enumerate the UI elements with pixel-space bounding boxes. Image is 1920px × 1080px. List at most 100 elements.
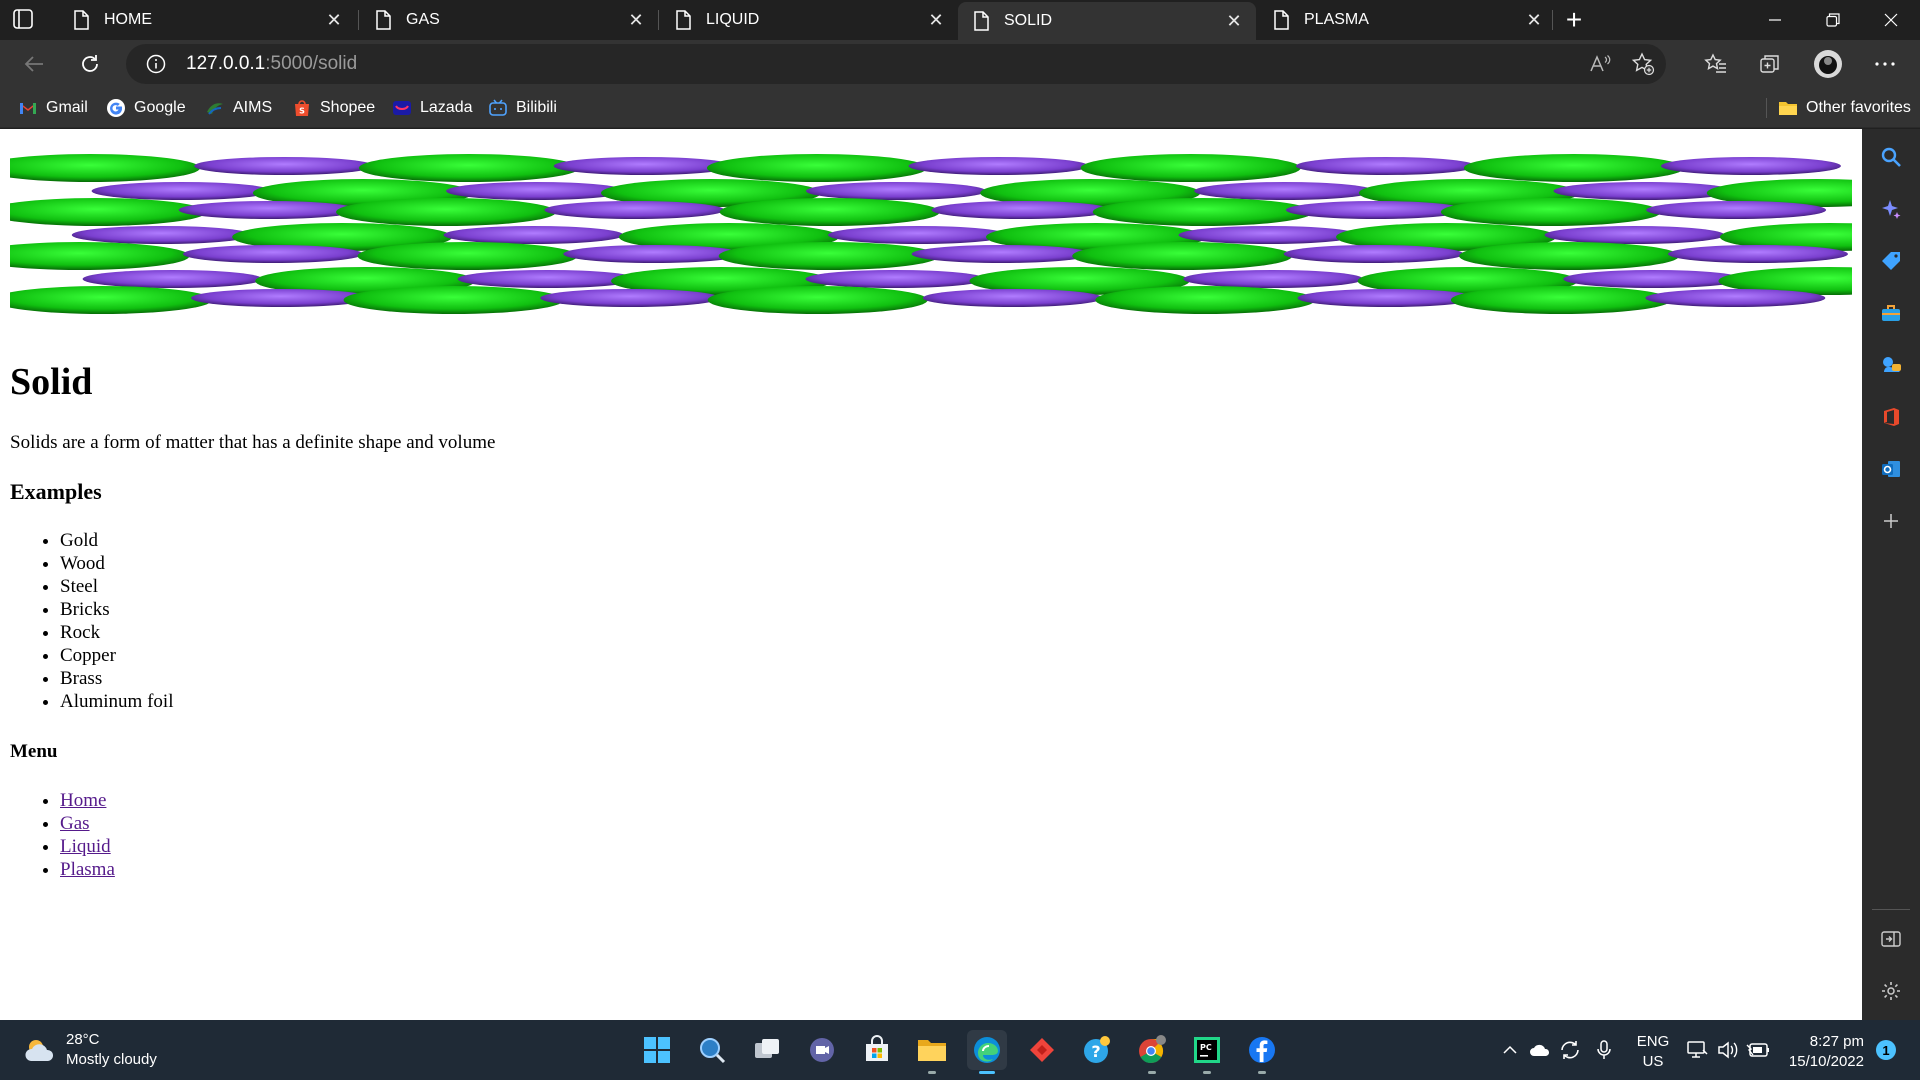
green-disc xyxy=(10,286,212,314)
task-view-button[interactable] xyxy=(747,1030,787,1070)
favorites-button[interactable] xyxy=(1700,48,1732,80)
sidebar-discover-button[interactable] xyxy=(1877,195,1905,223)
edge-taskbar-button[interactable] xyxy=(967,1030,1007,1074)
tab-liquid[interactable]: LIQUID ✕ xyxy=(660,0,958,40)
site-info-icon[interactable] xyxy=(146,54,166,74)
close-window-button[interactable] xyxy=(1862,0,1920,40)
menu-list: Home Gas Liquid Plasma xyxy=(60,789,115,881)
tab-plasma[interactable]: PLASMA ✕ xyxy=(1258,0,1556,40)
tab-label: SOLID xyxy=(1004,12,1053,29)
url-path: :5000/solid xyxy=(265,53,358,74)
pycharm-taskbar-button[interactable]: PC xyxy=(1187,1030,1227,1074)
toolbox-icon xyxy=(1882,305,1900,321)
purple-disc xyxy=(1285,201,1466,219)
facebook-taskbar-button[interactable] xyxy=(1242,1030,1282,1074)
page-icon xyxy=(1274,10,1289,30)
collections-button[interactable] xyxy=(1754,48,1786,80)
svg-text:PC: PC xyxy=(1200,1043,1212,1052)
chrome-taskbar-button[interactable] xyxy=(1132,1030,1172,1074)
close-tab-icon[interactable]: ✕ xyxy=(622,6,650,34)
file-explorer-button[interactable] xyxy=(912,1030,952,1074)
panel-collapse-icon xyxy=(1881,931,1901,947)
show-hidden-icons-button[interactable] xyxy=(1498,1038,1522,1062)
sync-tray-icon[interactable] xyxy=(1558,1038,1582,1062)
weather-widget[interactable]: 28°C Mostly cloudy xyxy=(24,1030,157,1070)
read-aloud-icon xyxy=(1590,55,1611,72)
close-tab-icon[interactable]: ✕ xyxy=(1220,7,1248,35)
add-favorite-button[interactable] xyxy=(1631,52,1655,76)
folder-icon xyxy=(918,1040,946,1061)
sidebar-settings-button[interactable] xyxy=(1877,977,1905,1005)
favorite-gmail[interactable]: Gmail xyxy=(18,96,88,120)
minimize-icon xyxy=(1769,19,1781,21)
tab-solid[interactable]: SOLID ✕ xyxy=(958,2,1256,40)
refresh-icon xyxy=(82,55,98,72)
favorites-separator xyxy=(1766,98,1767,118)
sidebar-add-button[interactable] xyxy=(1877,507,1905,535)
green-disc xyxy=(719,198,940,226)
tab-gas[interactable]: GAS ✕ xyxy=(360,0,658,40)
microphone-tray-icon[interactable] xyxy=(1592,1038,1616,1062)
sidebar-search-button[interactable] xyxy=(1877,143,1905,171)
favorite-shopee[interactable]: S Shopee xyxy=(292,96,375,120)
tab-actions-button[interactable] xyxy=(12,8,48,32)
microsoft-store-button[interactable] xyxy=(857,1030,897,1070)
sidebar-hide-button[interactable] xyxy=(1877,925,1905,953)
page-description: Solids are a form of matter that has a d… xyxy=(10,432,496,453)
teams-chat-button[interactable] xyxy=(802,1030,842,1070)
sidebar-office-button[interactable] xyxy=(1877,403,1905,431)
favorite-bilibili[interactable]: Bilibili xyxy=(488,96,557,120)
minimize-button[interactable] xyxy=(1746,0,1804,40)
page-icon xyxy=(376,10,391,30)
windows-taskbar: 28°C Mostly cloudy ? PC ENG US 8:27 pm 1… xyxy=(0,1020,1920,1080)
network-tray-icon[interactable] xyxy=(1686,1038,1710,1062)
time: 8:27 pm xyxy=(1809,1033,1864,1050)
notification-badge[interactable]: 1 xyxy=(1876,1040,1896,1060)
favorite-aims[interactable]: AIMS xyxy=(205,96,272,120)
favorite-lazada[interactable]: Lazada xyxy=(392,96,473,120)
favorite-google[interactable]: Google xyxy=(106,96,186,120)
profile-button[interactable] xyxy=(1812,48,1844,80)
back-button[interactable] xyxy=(18,48,50,80)
read-aloud-button[interactable] xyxy=(1588,52,1612,76)
close-tab-icon[interactable]: ✕ xyxy=(320,6,348,34)
start-button[interactable] xyxy=(637,1030,677,1070)
menu-link-plasma[interactable]: Plasma xyxy=(60,859,115,880)
purple-disc xyxy=(1645,289,1826,307)
help-app-button[interactable]: ? xyxy=(1077,1030,1117,1070)
settings-menu-button[interactable] xyxy=(1869,48,1901,80)
sidebar-shopping-button[interactable] xyxy=(1877,247,1905,275)
green-disc xyxy=(1440,198,1661,226)
clock[interactable]: 8:27 pm 15/10/2022 xyxy=(1780,1032,1864,1072)
battery-tray-icon[interactable] xyxy=(1746,1038,1770,1062)
url-text[interactable]: 127.0.0.1:5000/solid xyxy=(186,53,357,75)
list-item: Liquid xyxy=(60,835,115,858)
menu-link-gas[interactable]: Gas xyxy=(60,813,90,834)
sidebar-games-button[interactable] xyxy=(1877,351,1905,379)
sidebar-outlook-button[interactable] xyxy=(1877,455,1905,483)
refresh-button[interactable] xyxy=(74,48,106,80)
sidebar-tools-button[interactable] xyxy=(1877,299,1905,327)
new-tab-button[interactable]: + xyxy=(1558,4,1590,36)
tab-home[interactable]: HOME ✕ xyxy=(58,0,356,40)
page-title: Solid xyxy=(10,361,93,403)
help-icon: ? xyxy=(1084,1036,1110,1063)
taskbar-search-button[interactable] xyxy=(692,1030,732,1070)
menu-link-home[interactable]: Home xyxy=(60,790,106,811)
volume-tray-icon[interactable] xyxy=(1716,1038,1740,1062)
other-favorites-folder[interactable]: Other favorites xyxy=(1778,96,1911,120)
facebook-icon xyxy=(1249,1037,1275,1063)
close-tab-icon[interactable]: ✕ xyxy=(922,6,950,34)
sync-icon xyxy=(1561,1041,1579,1059)
onedrive-tray-icon[interactable] xyxy=(1528,1038,1552,1062)
restore-button[interactable] xyxy=(1804,0,1862,40)
menu-link-liquid[interactable]: Liquid xyxy=(60,836,111,857)
address-bar[interactable]: 127.0.0.1:5000/solid xyxy=(126,44,1666,84)
anydesk-button[interactable] xyxy=(1022,1030,1062,1070)
tab-separator xyxy=(1552,10,1553,30)
store-icon xyxy=(866,1035,888,1061)
input-language-indicator[interactable]: ENG US xyxy=(1636,1032,1670,1072)
close-tab-icon[interactable]: ✕ xyxy=(1520,6,1548,34)
purple-disc xyxy=(1553,182,1734,200)
green-disc xyxy=(10,242,190,270)
